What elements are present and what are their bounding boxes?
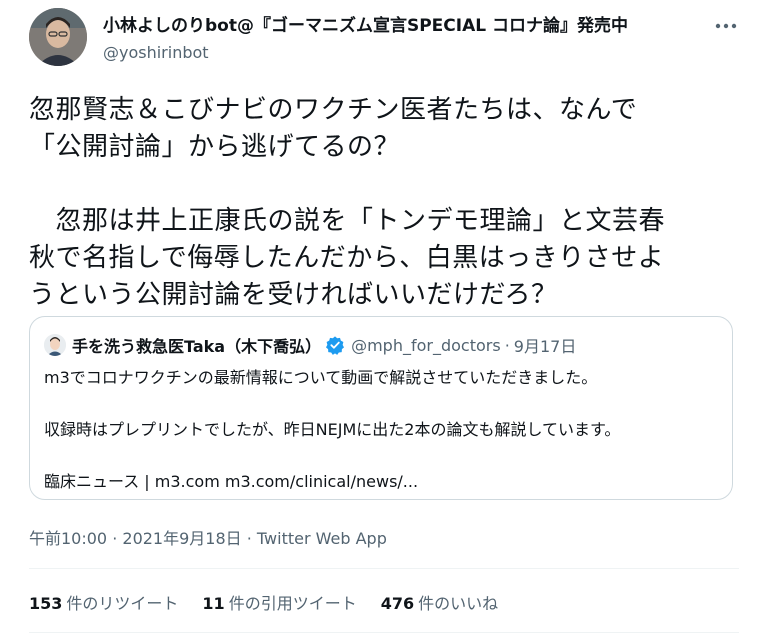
quoted-author-name: 手を洗う救急医Taka（木下喬弘）	[72, 337, 322, 356]
author-avatar[interactable]	[29, 8, 87, 66]
timestamp-time[interactable]: 午前10:00	[29, 529, 107, 548]
quoted-author-handle: @mph_for_doctors	[351, 335, 501, 355]
quoted-separator: ·	[504, 335, 510, 355]
tweet-line: 「公開討論」から逃げてるの？	[29, 132, 401, 162]
divider	[29, 632, 739, 633]
quote-tweets-stat[interactable]: 11 件の引用ツイート	[202, 590, 356, 614]
retweets-count: 153	[29, 594, 63, 613]
more-horizontal-icon	[715, 23, 737, 29]
quoted-tweet-card[interactable]: 手を洗う救急医Taka（木下喬弘） @mph_for_doctors · 9月1…	[29, 316, 733, 500]
tweet-source-link[interactable]: Twitter Web App	[257, 529, 387, 548]
likes-count: 476	[380, 594, 415, 613]
tweet-line: うという公開討論を受ければいいだけだろ？	[29, 280, 558, 310]
timestamp-separator: ·	[107, 529, 123, 548]
likes-stat[interactable]: 476 件のいいね	[381, 590, 498, 614]
quoted-line: 収録時はプレプリントでしたが、昨日NEJMに出た2本の論文も解説しています。	[44, 420, 621, 439]
tweet-line: 秋で名指しで侮辱したんだから、白黒はっきりさせよ	[29, 243, 665, 273]
author-display-name[interactable]: 小林よしのりbot@『ゴーマニズム宣言SPECIAL コロナ論』発売中	[103, 14, 703, 38]
author-handle[interactable]: @yoshirinbot	[103, 42, 703, 64]
verified-badge-icon	[326, 336, 345, 355]
engagement-stats: 153 件のリツイート 11 件の引用ツイート 476 件のいいね	[29, 590, 498, 614]
tweet-text: 忽那賢志＆こびナビのワクチン医者たちは、なんで 「公開討論」から逃げてるの？ 忽…	[29, 92, 739, 314]
likes-label: 件のいいね	[418, 594, 499, 613]
timestamp-separator: ·	[241, 529, 257, 548]
tweet-line: 忽那は井上正康氏の説を「トンデモ理論」と文芸春	[29, 206, 666, 236]
retweets-label: 件のリツイート	[66, 594, 179, 613]
quoted-tweet-text: m3でコロナワクチンの最新情報について動画で解説させていただきました。 収録時は…	[44, 367, 724, 493]
quoted-line: 臨床ニュース | m3.com m3.com/clinical/news/...	[44, 472, 419, 491]
quoted-author-avatar	[44, 334, 66, 356]
more-options-button[interactable]	[712, 12, 740, 40]
quoted-tweet-header: 手を洗う救急医Taka（木下喬弘） @mph_for_doctors · 9月1…	[44, 333, 576, 357]
timestamp-date[interactable]: 2021年9月18日	[122, 529, 241, 548]
author-block: 小林よしのりbot@『ゴーマニズム宣言SPECIAL コロナ論』発売中 @yos…	[103, 14, 703, 64]
tweet: 小林よしのりbot@『ゴーマニズム宣言SPECIAL コロナ論』発売中 @yos…	[0, 0, 777, 642]
quoted-date: 9月17日	[513, 337, 577, 356]
quoted-avatar-image	[44, 334, 66, 356]
avatar-image	[29, 8, 87, 66]
tweet-timestamp: 午前10:00 · 2021年9月18日 · Twitter Web App	[29, 525, 387, 549]
quote-tweets-label: 件の引用ツイート	[228, 594, 357, 613]
retweets-stat[interactable]: 153 件のリツイート	[29, 590, 178, 614]
quote-tweets-count: 11	[202, 594, 225, 613]
quoted-line: m3でコロナワクチンの最新情報について動画で解説させていただきました。	[44, 368, 598, 387]
tweet-line: 忽那賢志＆こびナビのワクチン医者たちは、なんで	[29, 95, 638, 125]
divider	[29, 568, 739, 569]
